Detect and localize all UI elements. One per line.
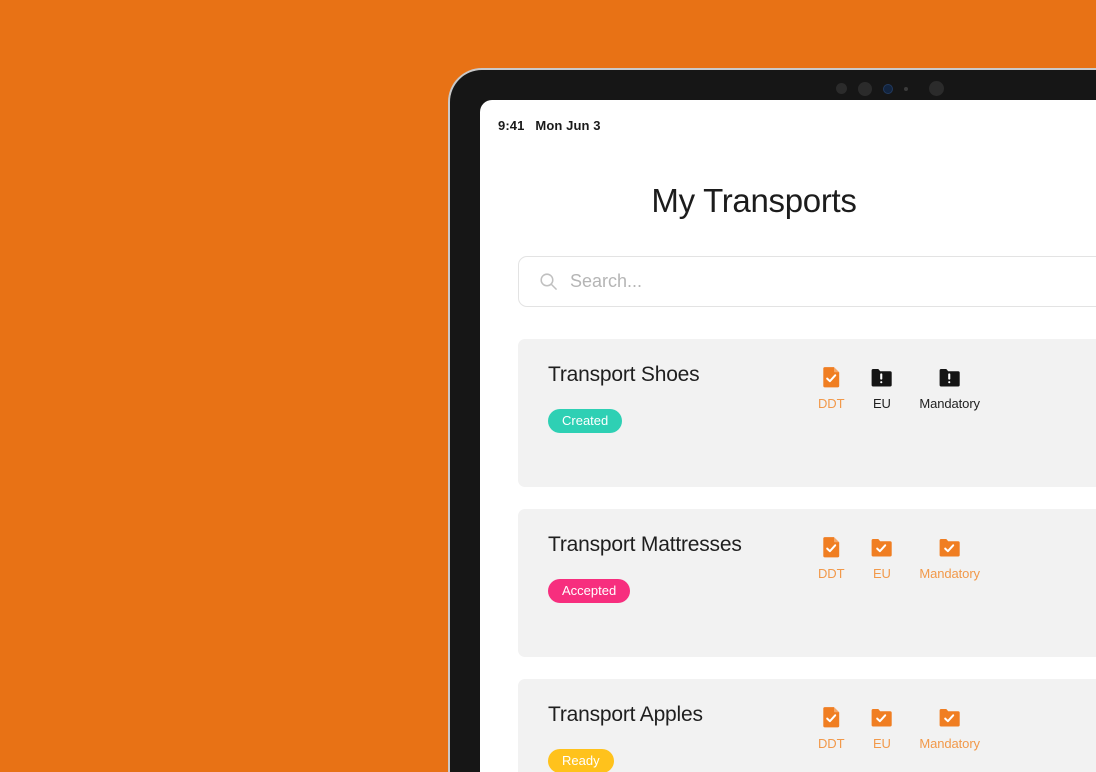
tablet-device: 9:41 Mon Jun 3 My Transports Transport S… (448, 68, 1096, 772)
document-status-item[interactable]: EU (870, 536, 893, 581)
transport-list: Transport Shoes Created DDT EU Mandatory Tran… (518, 339, 1096, 772)
document-check-icon (820, 536, 843, 559)
search-icon (539, 272, 558, 291)
document-status-item[interactable]: Mandatory (919, 366, 980, 411)
transport-card-info: Transport Mattresses Accepted (548, 533, 818, 603)
tablet-screen: 9:41 Mon Jun 3 My Transports Transport S… (480, 100, 1096, 772)
transport-card-info: Transport Shoes Created (548, 363, 818, 433)
document-status-item[interactable]: Mandatory (919, 706, 980, 751)
transport-card[interactable]: Transport Shoes Created DDT EU Mandatory (518, 339, 1096, 487)
status-bar: 9:41 Mon Jun 3 (480, 100, 1096, 133)
sensor-dot-icon (836, 83, 847, 94)
tablet-bezel: 9:41 Mon Jun 3 My Transports Transport S… (450, 70, 1096, 772)
document-status-label: DDT (818, 396, 845, 411)
transport-title: Transport Mattresses (548, 533, 742, 556)
document-check-icon (820, 706, 843, 729)
document-status-group: DDT EU Mandatory (818, 533, 980, 581)
document-status-item[interactable]: DDT (818, 706, 845, 751)
status-bar-date: Mon Jun 3 (535, 118, 601, 133)
folder-check-icon (938, 706, 961, 729)
document-status-label: EU (872, 396, 891, 411)
transport-card[interactable]: Transport Apples Ready DDT EU Mandatory (518, 679, 1096, 772)
status-bar-time: 9:41 (498, 118, 525, 133)
document-status-label: EU (872, 736, 891, 751)
transport-card[interactable]: Transport Mattresses Accepted DDT EU Mandato… (518, 509, 1096, 657)
folder-check-icon (938, 536, 961, 559)
sensor-dot-icon (929, 81, 944, 96)
search-input[interactable] (570, 271, 1096, 292)
status-badge: Ready (548, 749, 614, 772)
document-status-group: DDT EU Mandatory (818, 703, 980, 751)
front-camera-icon (883, 83, 893, 94)
folder-alert-icon (938, 366, 961, 389)
search-bar[interactable] (518, 256, 1096, 307)
document-status-label: DDT (818, 566, 845, 581)
document-status-item[interactable]: DDT (818, 536, 845, 581)
document-status-item[interactable]: EU (870, 366, 893, 411)
document-status-label: Mandatory (919, 566, 980, 581)
page-title: My Transports (651, 182, 857, 219)
transport-card-info: Transport Apples Ready (548, 703, 818, 772)
status-badge: Accepted (548, 579, 631, 603)
sensor-pinhole-icon (904, 86, 908, 91)
transport-title: Transport Shoes (548, 363, 700, 386)
transport-title: Transport Apples (548, 703, 703, 726)
document-status-group: DDT EU Mandatory (818, 363, 980, 411)
document-check-icon (820, 366, 843, 389)
document-status-label: Mandatory (919, 736, 980, 751)
document-status-label: DDT (818, 736, 845, 751)
sensor-dot-icon (858, 81, 872, 96)
folder-check-icon (870, 706, 893, 729)
folder-check-icon (870, 536, 893, 559)
folder-alert-icon (870, 366, 893, 389)
document-status-item[interactable]: Mandatory (919, 536, 980, 581)
document-status-item[interactable]: DDT (818, 366, 845, 411)
document-status-label: EU (872, 566, 891, 581)
status-badge: Created (548, 409, 623, 433)
sensor-cluster (836, 81, 944, 96)
document-status-label: Mandatory (919, 396, 980, 411)
document-status-item[interactable]: EU (870, 706, 893, 751)
